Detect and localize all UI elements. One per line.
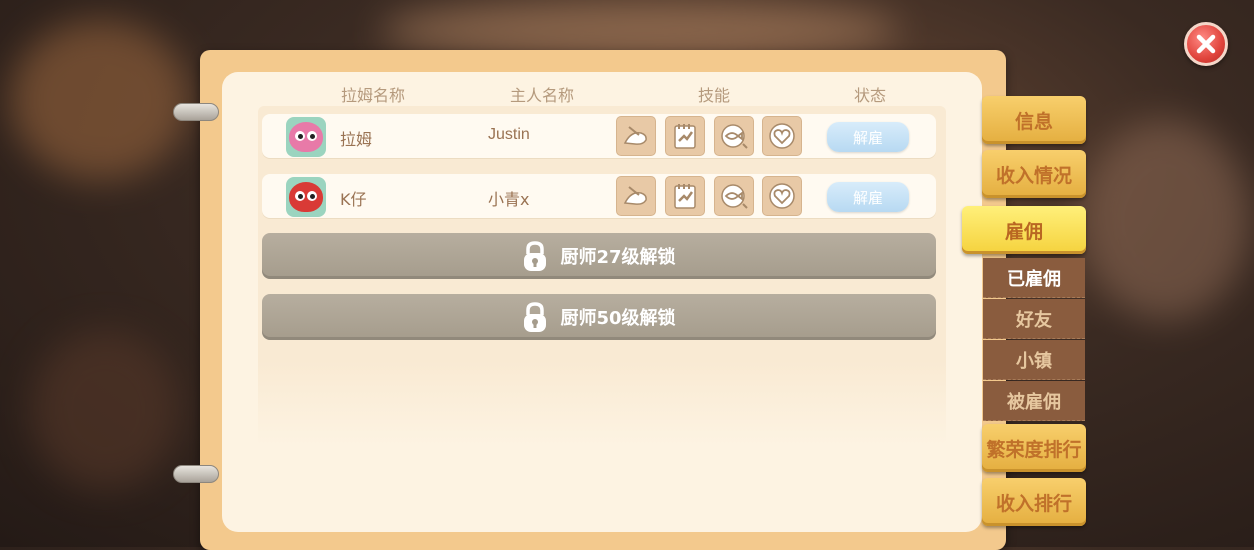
skill-slot[interactable] xyxy=(665,176,705,216)
skill-slot[interactable] xyxy=(665,116,705,156)
background-light xyxy=(30,330,180,490)
clipboard-icon xyxy=(674,124,696,149)
lamu-avatar[interactable] xyxy=(286,117,326,157)
close-button[interactable] xyxy=(1184,22,1228,66)
header-status: 状态 xyxy=(853,86,887,105)
skill-slot[interactable] xyxy=(714,176,754,216)
lamu-avatar[interactable] xyxy=(286,177,326,217)
skill-slot[interactable] xyxy=(762,176,802,216)
tab-info[interactable]: 信息 xyxy=(982,96,1086,144)
locked-slot: 厨师27级解锁 xyxy=(262,233,936,279)
subtab-hired[interactable]: 已雇佣 xyxy=(983,258,1085,298)
tab-income-rank[interactable]: 收入排行 xyxy=(982,478,1086,526)
subtab-hired-by-others[interactable]: 被雇佣 xyxy=(983,381,1085,421)
fish-pan-icon xyxy=(721,184,748,209)
skill-slot[interactable] xyxy=(714,116,754,156)
lock-icon xyxy=(524,241,547,271)
tab-prosperity-rank[interactable]: 繁荣度排行 xyxy=(982,424,1086,472)
subtab-friends[interactable]: 好友 xyxy=(983,299,1085,339)
owner-name: Justin xyxy=(488,126,530,143)
lamu-name: 拉姆 xyxy=(340,130,373,149)
fish-pan-icon xyxy=(721,124,748,149)
unlock-requirement: 厨师50级解锁 xyxy=(560,308,676,329)
skill-slot[interactable] xyxy=(616,176,656,216)
fishing-icon xyxy=(623,126,647,145)
skill-slot[interactable] xyxy=(762,116,802,156)
header-skills: 技能 xyxy=(697,86,731,105)
clipboard-icon xyxy=(674,184,696,209)
background-light xyxy=(10,20,190,180)
lock-icon xyxy=(524,302,547,332)
fire-button[interactable]: 解雇 xyxy=(827,122,909,152)
locked-slot: 厨师50级解锁 xyxy=(262,294,936,340)
header-owner-name: 主人名称 xyxy=(509,86,575,105)
unlock-requirement: 厨师27级解锁 xyxy=(560,247,676,268)
close-icon xyxy=(1196,34,1216,54)
table-row: K仔 小青x 解雇 xyxy=(262,174,936,218)
tab-hire[interactable]: 雇佣 xyxy=(962,206,1086,254)
fire-button[interactable]: 解雇 xyxy=(827,182,909,212)
book-ring xyxy=(173,465,219,483)
header-lamu-name: 拉姆名称 xyxy=(340,86,406,105)
lamu-name: K仔 xyxy=(340,190,367,209)
fishing-icon xyxy=(623,186,647,205)
subtab-town[interactable]: 小镇 xyxy=(983,340,1085,380)
heart-icon xyxy=(769,123,795,149)
skill-slot[interactable] xyxy=(616,116,656,156)
tab-income[interactable]: 收入情况 xyxy=(982,150,1086,198)
owner-name: 小青x xyxy=(488,190,530,209)
heart-icon xyxy=(769,183,795,209)
book-ring xyxy=(173,103,219,121)
background-light xyxy=(1080,120,1250,320)
table-row: 拉姆 Justin 解雇 xyxy=(262,114,936,158)
